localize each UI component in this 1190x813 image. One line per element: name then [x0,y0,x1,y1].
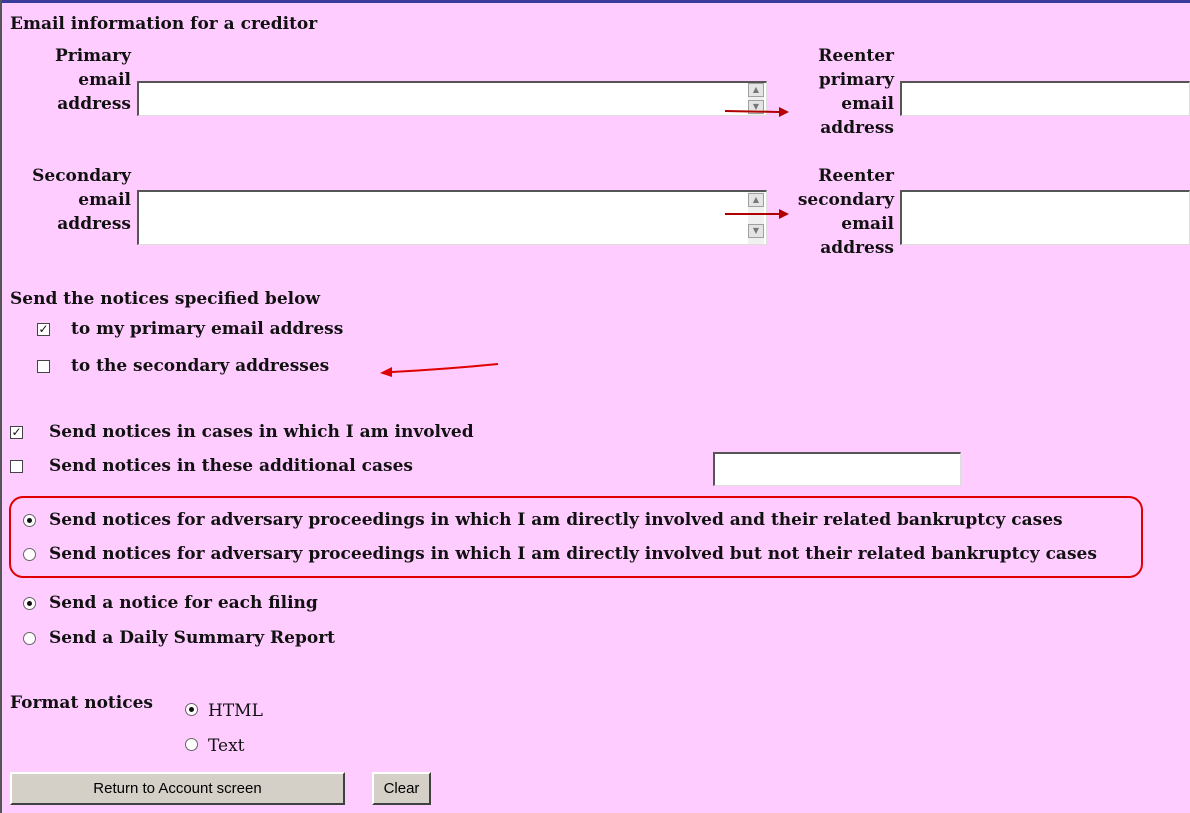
adversary-related-radio[interactable] [23,514,36,527]
notices-heading: Send the notices specified below [10,289,321,309]
adversary-related-label: Send notices for adversary proceedings i… [49,510,1063,530]
daily-summary-radio[interactable] [23,632,36,645]
annotation-arrow-secondary [725,209,789,219]
to-primary-label: to my primary email address [71,319,344,339]
adversary-not-related-radio[interactable] [23,548,36,561]
section-title: Email information for a creditor [10,14,318,34]
cases-involved-label: Send notices in cases in which I am invo… [49,422,474,442]
additional-cases-input[interactable] [713,452,961,486]
each-filing-label: Send a notice for each filing [49,593,318,613]
scroll-up-icon[interactable]: ▲ [748,83,764,97]
annotation-highlight-box [9,496,1143,578]
adversary-not-related-label: Send notices for adversary proceedings i… [49,544,1097,564]
clear-button[interactable]: Clear [372,772,431,805]
reenter-secondary-email-input[interactable] [900,190,1190,245]
to-secondary-label: to the secondary addresses [71,356,330,376]
return-to-account-button[interactable]: Return to Account screen [10,772,345,805]
to-primary-checkbox[interactable]: ✓ [37,323,50,336]
reenter-primary-email-label: Reenter primary email address [818,46,894,138]
each-filing-radio[interactable] [23,597,36,610]
format-label: Format notices [10,693,153,713]
reenter-primary-email-input[interactable] [900,81,1190,116]
cases-involved-checkbox[interactable]: ✓ [10,426,23,439]
primary-email-label: Primary email address [54,46,131,114]
format-text-label: Text [208,736,245,756]
window-left-border [0,0,2,813]
primary-email-textarea[interactable]: ▲ ▼ [137,81,767,116]
scroll-up-icon[interactable]: ▲ [748,193,764,207]
format-html-radio[interactable] [185,703,198,716]
window-top-border [0,0,1190,3]
annotation-arrow-primary [724,107,789,117]
annotation-arrow-secondary-addresses [380,363,499,377]
secondary-email-label: Secondary email address [32,166,131,234]
additional-cases-label: Send notices in these additional cases [49,456,413,476]
scroll-down-icon[interactable]: ▼ [748,224,764,238]
format-text-radio[interactable] [185,738,198,751]
to-secondary-checkbox[interactable] [37,360,50,373]
reenter-secondary-email-label: Reenter secondary email address [797,166,894,258]
daily-summary-label: Send a Daily Summary Report [49,628,336,648]
secondary-email-textarea[interactable]: ▲ ▼ [137,190,767,245]
format-html-label: HTML [208,701,263,721]
additional-cases-checkbox[interactable] [10,460,23,473]
